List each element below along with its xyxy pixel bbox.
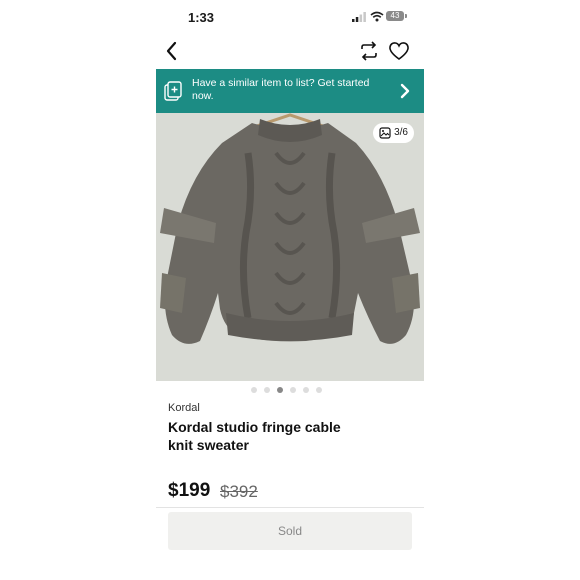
carousel-dots xyxy=(251,387,322,393)
phone-screen: 1:33 43 Have a similar item to list? Get… xyxy=(156,0,424,580)
clock: 1:33 xyxy=(188,10,215,25)
status-bar: 1:33 43 xyxy=(156,0,424,34)
add-listing-icon xyxy=(164,81,182,101)
product-title: Kordal studio fringe cable knit sweater xyxy=(168,419,341,453)
wifi-icon xyxy=(370,11,384,22)
carousel-dot[interactable] xyxy=(251,387,257,393)
carousel-dot-active[interactable] xyxy=(277,387,283,393)
carousel-dot[interactable] xyxy=(316,387,322,393)
brand-name[interactable]: Kordal xyxy=(168,402,200,414)
current-price: $199 xyxy=(168,480,211,501)
cellular-signal-icon xyxy=(352,12,366,22)
photo-counter-text: 3/6 xyxy=(394,127,408,138)
sweater-image xyxy=(156,113,424,381)
original-price: $392 xyxy=(220,482,258,501)
divider xyxy=(156,507,424,508)
sold-button[interactable]: Sold xyxy=(168,512,412,550)
heart-icon[interactable] xyxy=(388,40,410,62)
battery-icon: 43 xyxy=(386,11,407,21)
back-arrow-icon[interactable] xyxy=(160,38,184,64)
carousel-dot[interactable] xyxy=(264,387,270,393)
photo-counter[interactable]: 3/6 xyxy=(373,123,414,143)
gallery-icon xyxy=(379,127,391,139)
top-nav xyxy=(156,36,424,66)
product-photo[interactable]: 3/6 xyxy=(156,113,424,381)
relist-icon[interactable] xyxy=(358,40,380,62)
carousel-dot[interactable] xyxy=(303,387,309,393)
chevron-right-icon xyxy=(400,83,410,99)
list-similar-banner[interactable]: Have a similar item to list? Get started… xyxy=(156,69,424,113)
carousel-dot[interactable] xyxy=(290,387,296,393)
banner-text: Have a similar item to list? Get started… xyxy=(192,77,370,102)
